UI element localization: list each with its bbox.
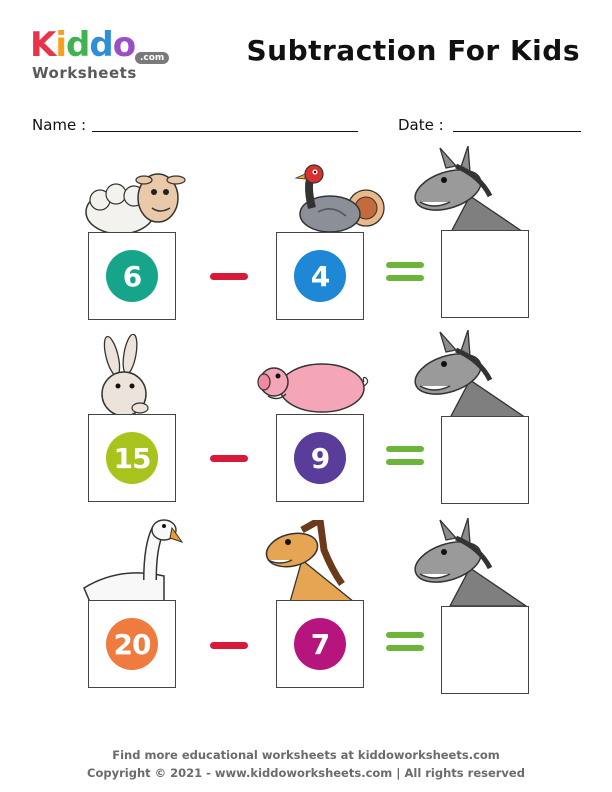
logo-kiddo-text: Kiddo [30,25,136,65]
equals-bar-top [386,632,424,638]
number-circle: 15 [106,432,158,484]
logo-letter: o [112,25,136,65]
page-title: Subtraction For Kids [246,34,580,67]
minuend-box: 6 [88,232,176,320]
donkey-icon [414,518,529,607]
name-line[interactable] [92,131,358,132]
logo-letter: d [89,25,113,65]
answer-box[interactable] [441,230,529,318]
subtrahend-box: 4 [276,232,364,320]
minus-sign [210,273,248,280]
subtrahend-box: 9 [276,414,364,502]
equals-bar-bottom [386,459,424,465]
equals-bar-top [386,446,424,452]
equals-bar-bottom [386,645,424,651]
subtrahend-box: 7 [276,600,364,688]
answer-box[interactable] [441,606,529,694]
logo-letter: K [30,25,56,65]
sheep-icon [85,173,186,235]
turkey-icon [294,164,385,233]
equals-bar-top [386,262,424,268]
logo-letter: d [66,25,90,65]
kiddo-worksheets-logo: Kiddo .com Worksheets [30,28,180,88]
equals-bar-bottom [386,275,424,281]
date-line[interactable] [453,131,581,132]
logo-com-badge: .com [135,52,170,64]
number-circle: 7 [294,618,346,670]
donkey-icon [414,330,529,419]
answer-box[interactable] [441,416,529,504]
number-circle: 6 [106,250,158,302]
number-circle: 9 [294,432,346,484]
minus-sign [210,642,248,649]
minuend-box: 15 [88,414,176,502]
minuend-box: 20 [88,600,176,688]
number-circle: 4 [294,250,346,302]
donkey-icon [414,146,529,235]
number-circle: 20 [106,618,158,670]
logo-letter: i [55,25,67,65]
logo-worksheets-text: Worksheets [32,64,137,82]
goose-icon [83,519,184,603]
rabbit-icon [101,334,149,416]
minus-sign [210,455,248,462]
pig-icon [257,363,369,413]
footer-line-2: Copyright © 2021 - www.kiddoworksheets.c… [87,766,525,780]
name-label: Name : [32,116,87,134]
date-label: Date : [398,116,444,134]
footer-line-1: Find more educational worksheets at kidd… [112,748,500,762]
horse-icon [265,520,356,603]
